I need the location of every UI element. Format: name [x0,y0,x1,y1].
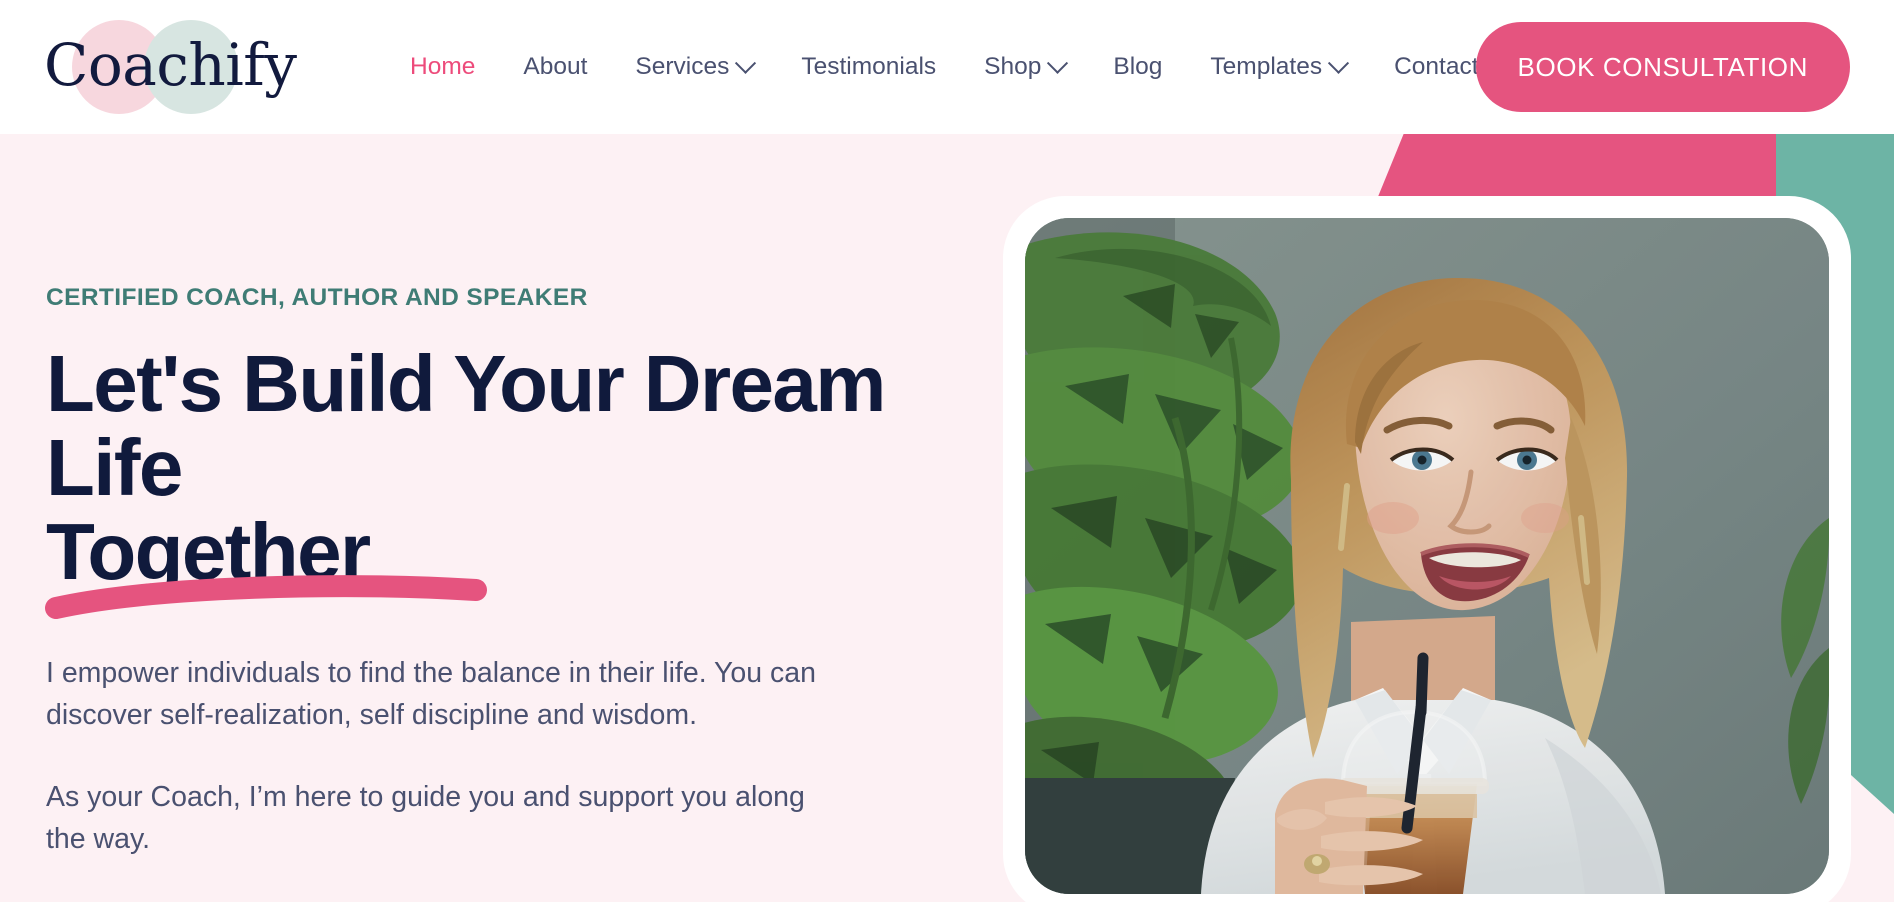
nav-item-templates[interactable]: Templates [1186,52,1370,81]
chevron-down-icon [735,52,757,74]
chevron-down-icon [1047,52,1069,74]
nav-item-templates-label: Templates [1210,53,1323,80]
nav-item-blog[interactable]: Blog [1089,53,1186,81]
main-navigation: Home About Services Testimonials Shop Bl… [386,0,1503,134]
hero-eyebrow: CERTIFIED COACH, AUTHOR AND SPEAKER [46,284,588,311]
coach-portrait-illustration [1025,218,1829,894]
page-title: Let's Build Your Dream Life Together [45,339,986,619]
pink-brush-underline-icon [45,575,487,619]
nav-item-home[interactable]: Home [386,53,499,81]
nav-item-shop-label: Shop [984,53,1042,80]
headline-line-1: Let's Build Your Dream Life [46,339,886,512]
hero-photo [1025,218,1829,894]
hero-photo-card [1003,196,1851,902]
nav-item-home-label: Home [410,53,476,80]
chevron-down-icon [1327,52,1350,74]
site-header: Coachify Home About Services Testimonial… [0,0,1894,134]
hero-section: CERTIFIED COACH, AUTHOR AND SPEAKER Let'… [0,134,1894,902]
logo-wordmark: Coachify [44,31,297,99]
nav-item-services[interactable]: Services [611,52,777,81]
nav-item-about-label: About [523,53,588,80]
nav-item-testimonials-label: Testimonials [801,53,937,80]
nav-item-shop[interactable]: Shop [960,52,1089,81]
nav-item-testimonials[interactable]: Testimonials [777,53,960,81]
book-consultation-button[interactable]: BOOK CONSULTATION [1475,22,1850,112]
nav-item-services-label: Services [635,53,730,80]
hero-paragraph-2: As your Coach, I’m here to guide you and… [46,781,805,855]
hero-text-column: CERTIFIED COACH, AUTHOR AND SPEAKER Let'… [45,284,986,902]
nav-item-blog-label: Blog [1113,53,1163,80]
site-logo[interactable]: Coachify [44,8,297,123]
hero-paragraph-1: I empower individuals to find the balanc… [46,657,816,731]
page-root: Coachify Home About Services Testimonial… [0,0,1894,902]
nav-item-about[interactable]: About [499,53,611,81]
nav-item-contact-label: Contact [1394,53,1479,80]
